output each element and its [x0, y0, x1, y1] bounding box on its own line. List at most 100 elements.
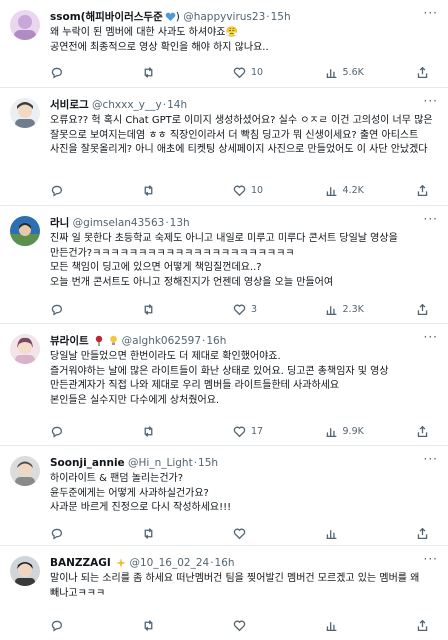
more-options-icon[interactable]: ··· [424, 330, 438, 344]
tweet[interactable]: 서비로그 @chxxx_y__y·14h ··· 오류요?? 헉 혹시 Chat… [0, 88, 448, 206]
views-button[interactable]: 2.3K [325, 303, 369, 316]
retweet-button[interactable] [142, 184, 186, 197]
user-handle[interactable]: @10_16_02_24 [129, 557, 209, 569]
tweet[interactable]: Soonji_annie @Hi_n_Light·15h ··· 하이라이트 &… [0, 446, 448, 546]
reply-icon [51, 304, 63, 316]
timestamp[interactable]: 15h [198, 457, 218, 469]
timestamp[interactable]: 16h [206, 335, 226, 347]
display-name[interactable]: 서비로그 [50, 99, 89, 111]
timestamp[interactable]: 15h [271, 11, 291, 23]
user-handle[interactable]: @alghk062597 [122, 335, 201, 347]
bar-chart-icon [326, 529, 336, 539]
views-button[interactable]: 9.9K [325, 425, 369, 438]
tweet-header: ssom(해피바이러스두준) @happyvirus23·15h [50, 8, 438, 26]
tweet[interactable]: 뷰라이트 @alghk062597·16h ··· 당일날 만들었으면 한번이라… [0, 324, 448, 446]
retweet-button[interactable] [142, 527, 186, 540]
heart-icon [233, 620, 246, 631]
reply-button[interactable] [50, 619, 94, 632]
share-button[interactable] [416, 619, 434, 632]
avatar[interactable] [10, 456, 40, 486]
blue-heart-icon [165, 10, 176, 26]
user-handle[interactable]: @gimselan43563 [73, 217, 165, 229]
timestamp[interactable]: 14h [167, 99, 187, 111]
reply-button[interactable] [50, 425, 94, 438]
views-button[interactable] [325, 527, 369, 540]
tweet-actions: 3 2.3K [50, 300, 434, 318]
share-button[interactable] [416, 425, 434, 438]
like-button[interactable]: 17 [233, 425, 277, 438]
reply-icon [51, 67, 63, 79]
sparkles-icon [116, 556, 127, 572]
retweet-button[interactable] [142, 66, 186, 79]
share-button[interactable] [416, 66, 434, 79]
more-options-icon[interactable]: ··· [424, 452, 438, 466]
bar-chart-icon [326, 621, 336, 631]
share-button[interactable] [416, 303, 434, 316]
tweet-header: BANZZAGI @10_16_02_24·16h [50, 554, 438, 572]
avatar[interactable] [10, 556, 40, 586]
views-button[interactable]: 5.6K [325, 66, 369, 79]
tweet-text: 하이라이트 & 팬덤 놀리는건가? 윤두준에게는 어떻게 사과하실건가요? 사과… [50, 473, 232, 513]
share-icon [417, 619, 428, 631]
like-button[interactable] [233, 527, 277, 540]
display-name[interactable]: 라니 [50, 217, 69, 229]
heart-icon [233, 304, 246, 315]
lightbulb-icon [109, 334, 118, 350]
display-name[interactable]: 뷰라이트 [50, 335, 89, 347]
reply-icon [51, 620, 63, 632]
timestamp[interactable]: 16h [215, 557, 235, 569]
more-options-icon[interactable]: ··· [424, 212, 438, 226]
reply-button[interactable] [50, 66, 94, 79]
heart-icon [233, 185, 246, 196]
share-icon [417, 303, 428, 315]
share-button[interactable] [416, 527, 434, 540]
tweet-actions: 10 5.6K [50, 63, 434, 81]
user-handle[interactable]: @Hi_n_Light [128, 457, 193, 469]
tweet-text: 진짜 일 못한다 초등학교 숙제도 아니고 내일로 미루고 미루다 콘서트 당일… [50, 233, 398, 288]
display-name[interactable]: BANZZAGI [50, 557, 111, 569]
like-button[interactable] [233, 619, 277, 632]
tweet-text: 말이나 되는 소리를 좀 하세요 떠난멤버건 팀을 찢어발긴 멤버건 모르겠고 … [50, 573, 423, 599]
heart-icon [233, 528, 246, 539]
tweet[interactable]: BANZZAGI @10_16_02_24·16h ··· 말이나 되는 소리를… [0, 546, 448, 640]
share-button[interactable] [416, 184, 434, 197]
heart-icon [233, 67, 246, 78]
tweet-actions [50, 616, 434, 634]
user-handle[interactable]: @happyvirus23 [183, 11, 265, 23]
reply-button[interactable] [50, 527, 94, 540]
more-options-icon[interactable]: ··· [424, 6, 438, 20]
retweet-button[interactable] [142, 303, 186, 316]
retweet-icon [144, 303, 152, 315]
retweet-button[interactable] [142, 619, 186, 632]
retweet-button[interactable] [142, 425, 186, 438]
like-button[interactable]: 10 [233, 184, 277, 197]
more-options-icon[interactable]: ··· [424, 94, 438, 108]
rose-icon [94, 334, 104, 350]
reply-icon [51, 185, 63, 197]
avatar[interactable] [10, 98, 40, 128]
avatar[interactable] [10, 216, 40, 246]
tweet-actions: 10 4.2K [50, 181, 434, 199]
retweet-icon [144, 527, 152, 539]
views-button[interactable] [325, 619, 369, 632]
reply-button[interactable] [50, 303, 94, 316]
views-button[interactable]: 4.2K [325, 184, 369, 197]
timestamp[interactable]: 13h [170, 217, 190, 229]
avatar[interactable] [10, 10, 40, 40]
avatar[interactable] [10, 334, 40, 364]
retweet-icon [144, 425, 152, 437]
display-name[interactable]: ssom(해피바이러스두준 [50, 11, 163, 23]
more-options-icon[interactable]: ··· [424, 552, 438, 566]
share-icon [417, 184, 428, 196]
tweet[interactable]: ssom(해피바이러스두준) @happyvirus23·15h ··· 왜 누… [0, 0, 448, 88]
reply-button[interactable] [50, 184, 94, 197]
tweet-actions [50, 524, 434, 542]
reply-icon [51, 426, 63, 438]
display-name[interactable]: Soonji_annie [50, 457, 125, 469]
user-handle[interactable]: @chxxx_y__y [92, 99, 162, 111]
tweet-text: 당일날 만들었으면 한번이라도 더 제대로 확인했어야죠. 즐거워야하는 날에 … [50, 351, 389, 406]
like-button[interactable]: 10 [233, 66, 277, 79]
like-button[interactable]: 3 [233, 303, 277, 316]
tweet-header: 라니 @gimselan43563·13h [50, 217, 190, 229]
tweet[interactable]: 라니 @gimselan43563·13h ··· 진짜 일 못한다 초등학교 … [0, 206, 448, 324]
